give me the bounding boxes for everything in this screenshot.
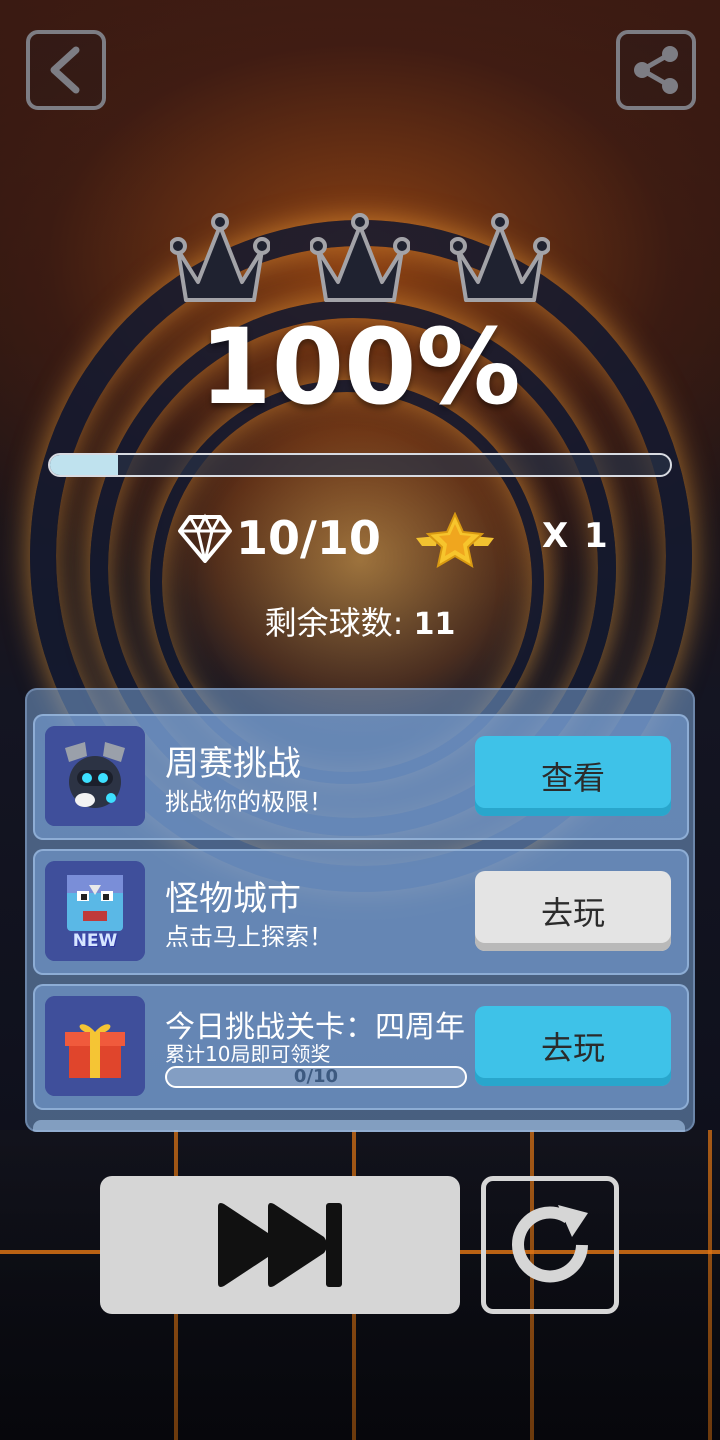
card-subtitle: 点击马上探索！ — [165, 923, 333, 951]
card-title: 怪物城市 — [165, 879, 301, 919]
panel-more-indicator — [33, 1120, 685, 1132]
remaining-balls-label: 剩余球数: — [264, 604, 404, 642]
share-icon — [634, 46, 678, 94]
winged-star-icon — [416, 512, 494, 569]
share-button[interactable] — [616, 30, 696, 110]
new-badge: NEW — [72, 931, 118, 951]
level-progress-fill — [50, 455, 119, 475]
crown-icon — [450, 213, 550, 302]
weekly-challenge-card[interactable]: 周赛挑战 挑战你的极限！ 查看 — [33, 714, 689, 840]
restart-button[interactable] — [481, 1176, 619, 1314]
challenge-progress-bar: 0/10 — [165, 1066, 467, 1088]
crown-rating — [170, 212, 550, 308]
gift-icon — [45, 996, 145, 1096]
robot-icon — [45, 726, 145, 826]
remaining-balls: 剩余球数: 11 — [0, 598, 720, 644]
view-button[interactable]: 查看 — [475, 736, 671, 816]
restart-icon — [512, 1205, 588, 1283]
card-subtitle: 挑战你的极限！ — [165, 788, 333, 816]
gem-count: 10/10 — [236, 511, 381, 565]
diamond-icon — [178, 513, 232, 563]
card-title: 周赛挑战 — [165, 744, 301, 784]
fast-forward-icon — [218, 1203, 342, 1287]
card-subtitle: 累计10局即可领奖 — [165, 1042, 331, 1066]
crown-icon — [310, 213, 410, 302]
challenge-progress-label: 0/10 — [293, 1066, 339, 1087]
monster-icon: NEW — [45, 861, 145, 961]
promo-panel: 周赛挑战 挑战你的极限！ 查看 NEW 怪物城市 点击马上探索！ 去玩 今日挑战… — [25, 688, 695, 1132]
star-multiplier: X 1 — [542, 516, 610, 556]
completion-percent: 100% — [199, 306, 521, 428]
next-level-button[interactable] — [100, 1176, 460, 1314]
back-button[interactable] — [26, 30, 106, 110]
monster-city-card[interactable]: NEW 怪物城市 点击马上探索！ 去玩 — [33, 849, 689, 975]
play-button[interactable]: 去玩 — [475, 871, 671, 951]
remaining-balls-value: 11 — [413, 607, 456, 642]
back-arrow-icon — [50, 46, 80, 94]
play-button[interactable]: 去玩 — [475, 1006, 671, 1086]
crown-icon — [170, 213, 270, 302]
gem-counter: 10/10 — [178, 510, 381, 566]
level-progress-bar — [48, 453, 672, 477]
daily-challenge-card[interactable]: 今日挑战关卡：四周年 累计10局即可领奖 0/10 去玩 — [33, 984, 689, 1110]
